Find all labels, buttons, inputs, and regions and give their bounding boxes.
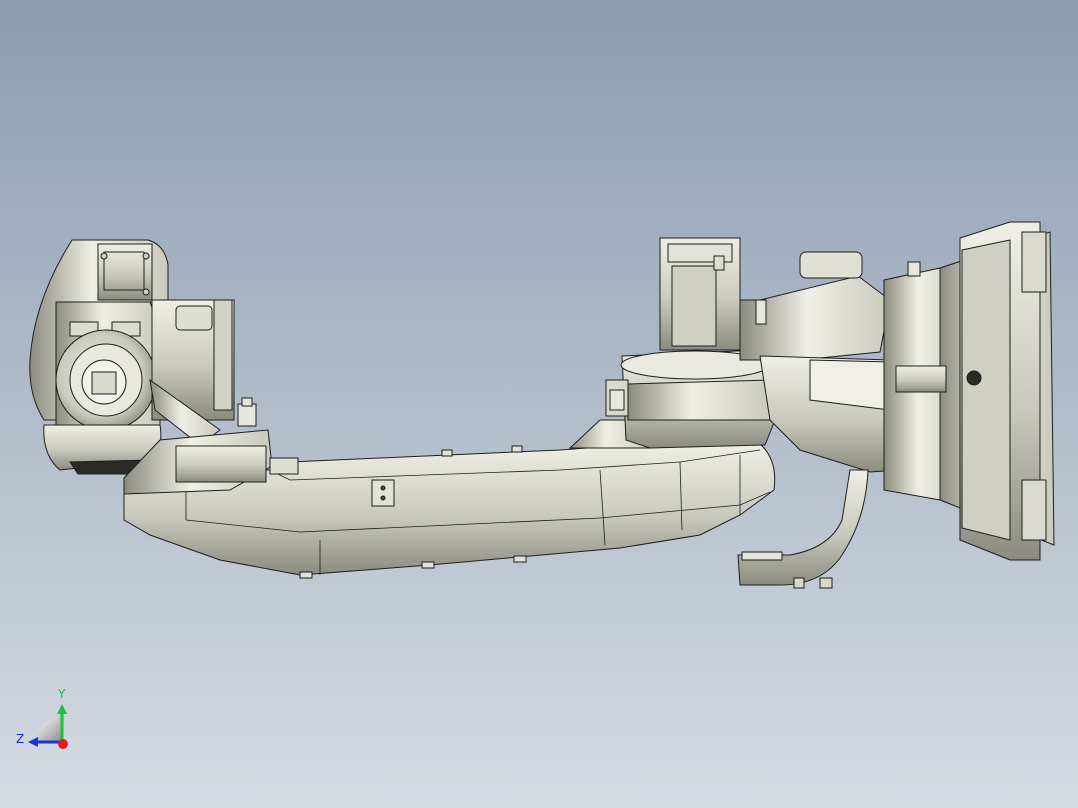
y-axis-label: Y — [58, 687, 66, 701]
graphics-viewport[interactable]: Y Z — [0, 0, 1078, 808]
z-axis-label: Z — [16, 732, 25, 746]
dot-icon — [58, 739, 68, 749]
base-motor[interactable] — [659, 237, 741, 351]
wrist-flange[interactable] — [43, 301, 162, 475]
cad-scene[interactable] — [0, 0, 1078, 808]
